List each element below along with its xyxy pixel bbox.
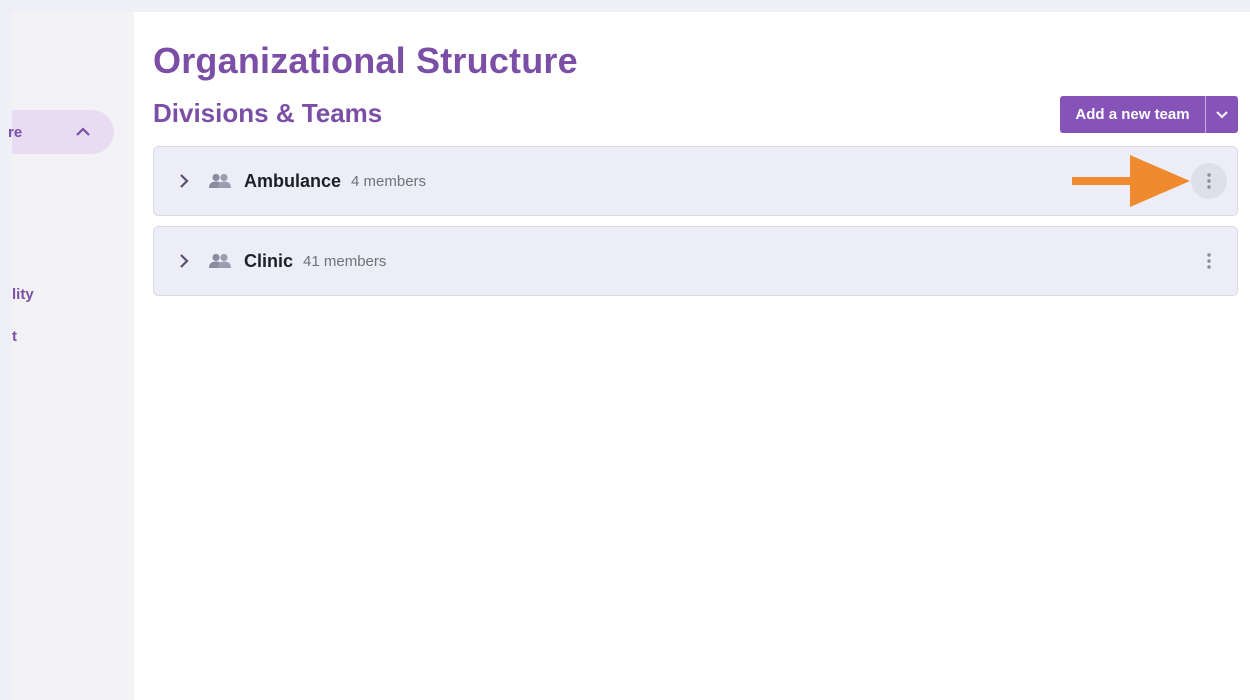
chevron-down-icon bbox=[1216, 106, 1228, 124]
sidebar-item-2[interactable]: t bbox=[12, 328, 17, 345]
group-icon bbox=[208, 253, 232, 269]
team-name: Clinic bbox=[244, 250, 294, 271]
add-team-button[interactable]: Add a new team bbox=[1060, 96, 1206, 133]
team-member-count: 41 members bbox=[303, 252, 387, 270]
more-vertical-icon[interactable] bbox=[1191, 163, 1227, 199]
team-member-count: 4 members bbox=[351, 172, 427, 190]
group-icon bbox=[208, 173, 232, 189]
more-vertical-icon[interactable] bbox=[1191, 243, 1227, 279]
sidebar-item-label: re bbox=[8, 123, 23, 141]
section-title: Divisions & Teams bbox=[153, 98, 383, 128]
chevron-right-icon[interactable] bbox=[176, 253, 192, 269]
team-name: Ambulance bbox=[244, 170, 342, 191]
top-band bbox=[0, 0, 1250, 12]
page-title: Organizational Structure bbox=[153, 40, 578, 81]
left-strip bbox=[0, 12, 12, 700]
add-team-split-button: Add a new team bbox=[1060, 96, 1238, 133]
team-row-clinic[interactable]: Clinic 41 members bbox=[153, 226, 1238, 296]
sidebar-item-active[interactable]: re bbox=[8, 110, 114, 154]
chevron-right-icon[interactable] bbox=[176, 173, 192, 189]
sidebar: re lity t bbox=[8, 12, 134, 700]
main-content: Organizational Structure Divisions & Tea… bbox=[134, 12, 1250, 700]
annotation-arrow-icon bbox=[1072, 155, 1190, 207]
chevron-up-icon[interactable] bbox=[76, 125, 90, 139]
sidebar-item-1[interactable]: lity bbox=[12, 286, 34, 303]
add-team-dropdown-button[interactable] bbox=[1206, 96, 1238, 133]
